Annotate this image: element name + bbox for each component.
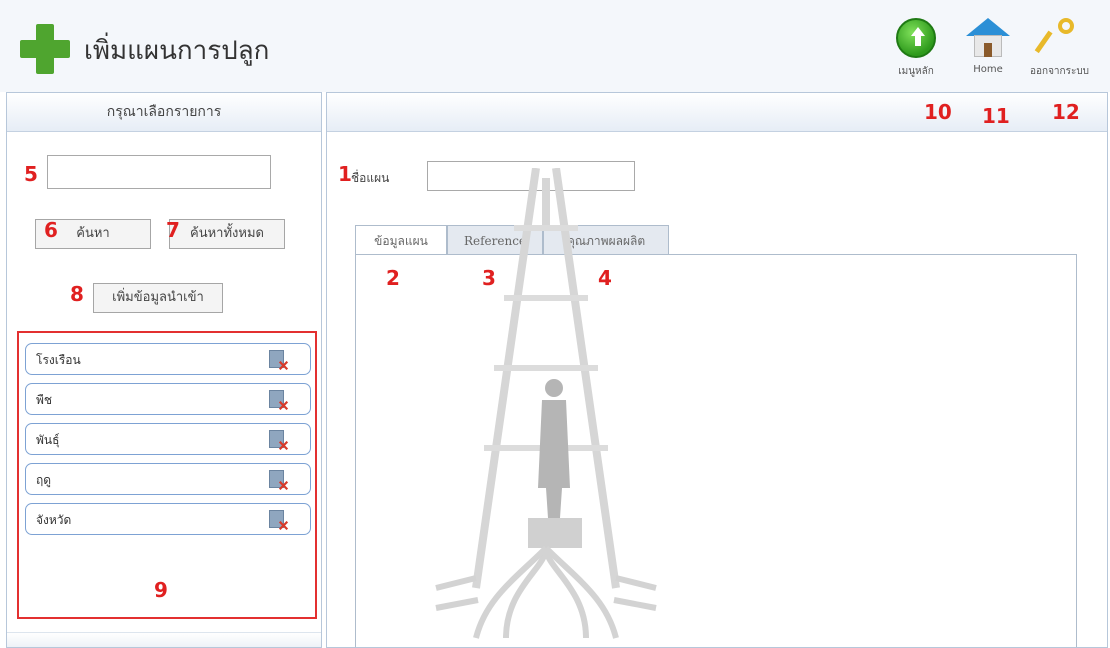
annotation-10: 10 [924,100,952,124]
annotation-8: 8 [70,282,84,306]
home-label: Home [973,64,1003,75]
annotation-6: 6 [44,218,58,242]
up-arrow-icon [896,18,936,58]
item-list: โรงเรือน พืช พันธุ์ ฤดู จังหวัด [17,331,317,619]
list-item-label: พืช [36,393,53,407]
list-item[interactable]: พืช [25,383,311,415]
page-title: เพิ่มแผนการปลูก [84,36,270,66]
logout-label: ออกจากระบบ [1030,66,1090,77]
logout-button[interactable]: ออกจากระบบ [1030,18,1089,79]
main-menu-label: เมนูหลัก [898,66,934,77]
annotation-12: 12 [1052,100,1080,124]
list-item[interactable]: โรงเรือน [25,343,311,375]
home-button[interactable]: Home [966,18,1010,75]
left-panel-title: กรุณาเลือกรายการ [7,93,321,132]
list-item-label: ฤดู [36,473,52,487]
list-item-label: พันธุ์ [36,433,60,447]
page-header: เพิ่มแผนการปลูก เมนูหลัก Home ออกจากระบบ [0,0,1110,92]
annotation-4: 4 [598,266,612,290]
left-panel-footer [7,632,321,647]
annotation-11: 11 [982,104,1010,128]
list-item[interactable]: ฤดู [25,463,311,495]
university-watermark [435,168,657,639]
annotation-2: 2 [386,266,400,290]
list-item-label: โรงเรือน [36,353,81,367]
list-item-label: จังหวัด [36,513,72,527]
search-all-button[interactable]: ค้นหาทั้งหมด [169,219,285,249]
delete-icon[interactable] [269,510,286,528]
list-item[interactable]: จังหวัด [25,503,311,535]
left-panel: กรุณาเลือกรายการ ค้นหา ค้นหาทั้งหมด เพิ่… [6,92,322,648]
main-menu-button[interactable]: เมนูหลัก [896,18,936,79]
list-item[interactable]: พันธุ์ [25,423,311,455]
delete-icon[interactable] [269,390,286,408]
delete-icon[interactable] [269,350,286,368]
home-icon [966,18,1010,58]
annotation-3: 3 [482,266,496,290]
annotation-5: 5 [24,162,38,186]
search-input[interactable] [47,155,271,189]
annotation-7: 7 [166,218,180,242]
key-icon [1034,18,1080,58]
add-import-button[interactable]: เพิ่มข้อมูลนำเข้า [93,283,223,313]
annotation-9: 9 [154,578,168,602]
delete-icon[interactable] [269,470,286,488]
delete-icon[interactable] [269,430,286,448]
annotation-1: 1 [338,162,352,186]
plan-name-label: ชื่อแผน [351,171,390,185]
plus-icon [20,24,70,74]
